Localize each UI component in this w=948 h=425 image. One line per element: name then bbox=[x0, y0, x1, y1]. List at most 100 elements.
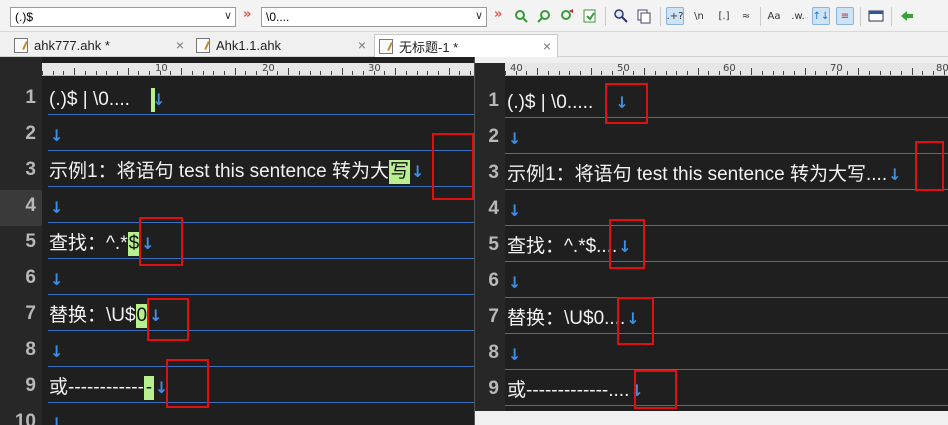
line-separator bbox=[505, 405, 948, 406]
ruler-number: 30 bbox=[368, 63, 381, 74]
separator bbox=[605, 7, 606, 26]
ruler-tick bbox=[223, 71, 225, 75]
replace-all-icon[interactable] bbox=[558, 7, 576, 25]
find-prev-icon[interactable] bbox=[536, 7, 554, 25]
ruler-tick bbox=[547, 71, 549, 75]
eol-arrow-icon: ↓ bbox=[50, 342, 64, 361]
line-separator bbox=[505, 189, 948, 190]
find-next-icon[interactable] bbox=[512, 7, 530, 25]
chevron-down-icon[interactable]: ∨ bbox=[224, 9, 232, 22]
ruler-tick bbox=[52, 71, 54, 75]
tab-label: Ahk1.1.ahk bbox=[216, 38, 282, 53]
regex-toggle[interactable]: .+? bbox=[666, 7, 684, 25]
tab-bar: ahk777.ahk * × Ahk1.1.ahk × 无标题-1 * × bbox=[0, 32, 948, 57]
find-input[interactable]: (.)$ bbox=[15, 10, 33, 24]
ruler-tick bbox=[911, 68, 913, 75]
line-number: 1 bbox=[488, 90, 499, 111]
line-text: 替换：\U$ bbox=[49, 305, 136, 326]
ruler-tick bbox=[191, 71, 193, 75]
ruler-tick bbox=[579, 71, 581, 75]
ruler-tick bbox=[933, 71, 934, 75]
arrow-left-icon[interactable] bbox=[898, 7, 916, 25]
overflow-arrow-icon[interactable]: » bbox=[243, 7, 251, 22]
file-icon bbox=[14, 38, 28, 53]
eol-arrow-icon: ↓ bbox=[888, 165, 902, 184]
ruler-tick bbox=[676, 71, 678, 75]
ruler-tick bbox=[537, 68, 539, 75]
tab-label: ahk777.ahk * bbox=[34, 38, 110, 53]
editor-left[interactable]: 10203040 12345678910(.)$ | \0....↓↓示例1：将… bbox=[0, 57, 474, 425]
line-text: 或------------ bbox=[49, 377, 144, 398]
close-icon[interactable]: × bbox=[543, 38, 551, 54]
ruler-tick bbox=[116, 71, 118, 75]
list-toggle[interactable]: ≡ bbox=[836, 7, 854, 25]
ruler-tick bbox=[719, 71, 720, 75]
eol-arrow-icon: ↓ bbox=[410, 162, 425, 181]
line-separator bbox=[48, 186, 474, 187]
replace-icon[interactable] bbox=[581, 7, 599, 25]
eol-arrow-icon: ↓ bbox=[50, 414, 64, 425]
direction-toggle[interactable]: ↑↓ bbox=[812, 7, 830, 25]
line-number: 10 bbox=[14, 411, 36, 425]
chevron-down-icon[interactable]: ∨ bbox=[475, 9, 483, 22]
match-case-toggle[interactable]: Aa bbox=[765, 7, 783, 25]
ruler-tick bbox=[256, 71, 257, 75]
ruler-tick bbox=[697, 68, 699, 75]
line-text: 示例1：将语句 test this sentence 转为大写.... bbox=[507, 164, 888, 185]
find-combo[interactable]: (.)$ ∨ bbox=[10, 7, 236, 27]
line-separator bbox=[48, 150, 474, 151]
copy-icon[interactable] bbox=[635, 7, 653, 25]
selection-highlight: 写 bbox=[388, 160, 410, 184]
highlight-box bbox=[634, 370, 677, 409]
ruler-tick bbox=[437, 71, 439, 75]
ruler-tick bbox=[202, 71, 204, 75]
line-number: 8 bbox=[488, 342, 499, 363]
column-ruler: 10203040 bbox=[42, 63, 474, 76]
ruler-tick bbox=[395, 68, 397, 75]
ruler-tick bbox=[558, 71, 560, 75]
line-separator bbox=[505, 153, 948, 154]
ruler-tick bbox=[633, 71, 635, 75]
newline-toggle[interactable]: \n bbox=[690, 7, 708, 25]
editor-right[interactable]: 40 50 60 70 80 1 2 3 4 5 6 7 8 9 (.)$ | \0..... ↓ ↓ 示例1：… bbox=[475, 63, 948, 411]
replace-combo[interactable]: \0.... ∨ bbox=[261, 7, 487, 27]
line-number: 5 bbox=[488, 234, 499, 255]
tab-untitled-1[interactable]: 无标题-1 * × bbox=[374, 34, 558, 57]
ruler-number: 70 bbox=[830, 63, 843, 74]
ruler-tick bbox=[654, 71, 656, 75]
ruler-tick bbox=[590, 68, 592, 75]
separator bbox=[860, 7, 861, 26]
tab-ahk1-1[interactable]: Ahk1.1.ahk × bbox=[192, 34, 372, 57]
ruler-tick bbox=[405, 71, 407, 75]
line-number: 7 bbox=[488, 306, 499, 327]
line-number: 9 bbox=[25, 375, 36, 396]
line-number: 7 bbox=[25, 303, 36, 324]
ruler-tick bbox=[181, 68, 183, 75]
line-text: 查找：^.*$.... bbox=[507, 236, 618, 257]
ruler-tick bbox=[708, 71, 710, 75]
close-icon[interactable]: × bbox=[358, 37, 366, 53]
ruler-tick bbox=[106, 71, 108, 75]
ruler-tick bbox=[686, 71, 688, 75]
overflow-arrow-icon[interactable]: » bbox=[494, 7, 502, 22]
highlight-box bbox=[166, 359, 209, 408]
search-icon[interactable] bbox=[612, 7, 630, 25]
line-number: 3 bbox=[488, 162, 499, 183]
window-icon[interactable] bbox=[867, 7, 885, 25]
ruler-tick bbox=[330, 71, 332, 75]
charset-toggle[interactable]: [.] bbox=[715, 7, 733, 25]
ruler-tick bbox=[569, 71, 571, 75]
highlight-box bbox=[432, 133, 474, 200]
caret bbox=[151, 88, 156, 112]
replace-input[interactable]: \0.... bbox=[266, 10, 289, 24]
ruler-number: 60 bbox=[723, 63, 736, 74]
ruler-tick bbox=[245, 71, 247, 75]
line-separator bbox=[48, 114, 474, 115]
ruler-tick bbox=[612, 71, 613, 75]
eol-arrow-icon: ↓ bbox=[508, 129, 522, 148]
tab-ahk777[interactable]: ahk777.ahk * × bbox=[10, 34, 190, 57]
ruler-tick bbox=[761, 71, 763, 75]
whole-word-toggle[interactable]: .w. bbox=[789, 7, 807, 25]
close-icon[interactable]: × bbox=[176, 37, 184, 53]
approx-toggle[interactable]: ≈ bbox=[737, 7, 755, 25]
